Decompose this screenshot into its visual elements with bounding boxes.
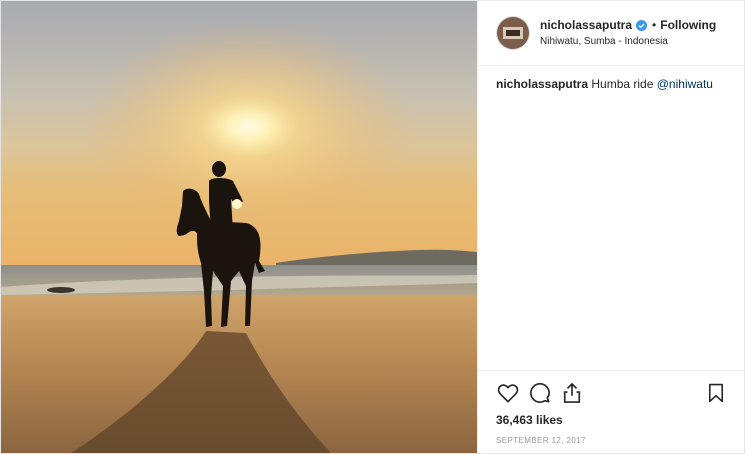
share-button[interactable] [560, 381, 584, 405]
header-row: nicholassaputra • Following [540, 18, 716, 33]
comment-button[interactable] [528, 381, 552, 405]
sunset-horse-rider-image [1, 1, 477, 453]
post-sidebar: nicholassaputra • Following Nihiwatu, Su… [477, 1, 744, 453]
post-photo[interactable] [1, 1, 477, 453]
username-link[interactable]: nicholassaputra [540, 18, 632, 33]
instagram-post: nicholassaputra • Following Nihiwatu, Su… [0, 0, 745, 454]
following-button[interactable]: Following [660, 18, 716, 33]
avatar[interactable] [496, 16, 530, 50]
verified-badge-icon [636, 19, 648, 31]
comment-icon [530, 383, 550, 403]
caption-username-link[interactable]: nicholassaputra [496, 77, 588, 91]
bookmark-icon [708, 383, 724, 403]
likes-count[interactable]: 36,463 likes [496, 413, 728, 427]
location-link[interactable]: Nihiwatu, Sumba - Indonesia [540, 36, 716, 49]
save-button[interactable] [704, 381, 728, 405]
separator-dot: • [652, 17, 657, 32]
avatar-image [497, 17, 529, 49]
like-button[interactable] [496, 381, 520, 405]
caption-text: Humba ride [591, 77, 657, 91]
share-icon [563, 382, 581, 403]
post-footer: 36,463 likes SEPTEMBER 12, 2017 [478, 370, 744, 453]
post-header: nicholassaputra • Following Nihiwatu, Su… [478, 1, 744, 66]
heart-icon [497, 384, 519, 403]
caption: nicholassaputra Humba ride @nihiwatu [478, 66, 744, 102]
action-bar [496, 375, 728, 411]
header-text: nicholassaputra • Following Nihiwatu, Su… [540, 18, 716, 49]
caption-mention-link[interactable]: @nihiwatu [657, 77, 713, 91]
post-date[interactable]: SEPTEMBER 12, 2017 [496, 436, 728, 445]
